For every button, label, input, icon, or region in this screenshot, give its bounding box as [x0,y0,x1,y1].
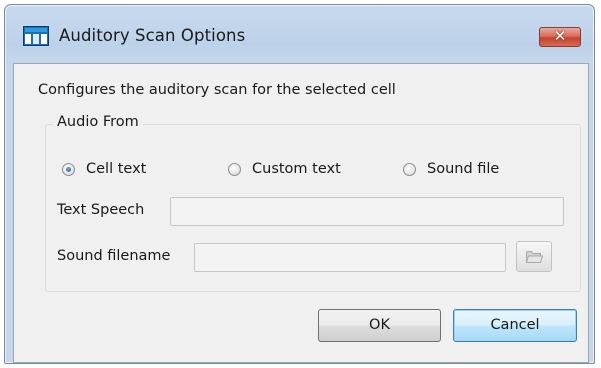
window-title: Auditory Scan Options [59,26,246,45]
radio-sound-file[interactable]: Sound file [403,161,499,177]
sound-filename-label: Sound filename [57,248,171,264]
close-icon: ✕ [553,27,567,45]
radio-button[interactable] [403,162,416,176]
radio-custom-text-label: Custom text [252,161,341,177]
ok-button[interactable]: OK [318,309,441,342]
radio-button[interactable] [228,162,241,176]
title-bar[interactable]: Auditory Scan Options ✕ [5,5,594,63]
text-speech-field[interactable] [170,197,564,226]
folder-open-icon [526,251,543,263]
sound-filename-field[interactable] [194,243,506,272]
cancel-button[interactable]: Cancel [453,309,577,342]
browse-sound-file-button[interactable] [516,241,552,272]
radio-custom-text[interactable]: Custom text [228,161,341,177]
radio-button-checked[interactable] [62,162,75,176]
dialog-description: Configures the auditory scan for the sel… [38,82,396,98]
radio-sound-file-label: Sound file [427,161,500,177]
auditory-scan-options-dialog: Auditory Scan Options ✕ Configures the a… [4,4,595,364]
text-speech-label: Text Speech [57,202,145,218]
app-window-icon [23,26,49,46]
close-button[interactable]: ✕ [539,27,581,47]
audio-from-group-title: Audio From [53,114,143,130]
radio-cell-text-label: Cell text [86,161,147,177]
radio-cell-text[interactable]: Cell text [62,161,146,177]
dialog-body: Configures the auditory scan for the sel… [13,63,589,363]
